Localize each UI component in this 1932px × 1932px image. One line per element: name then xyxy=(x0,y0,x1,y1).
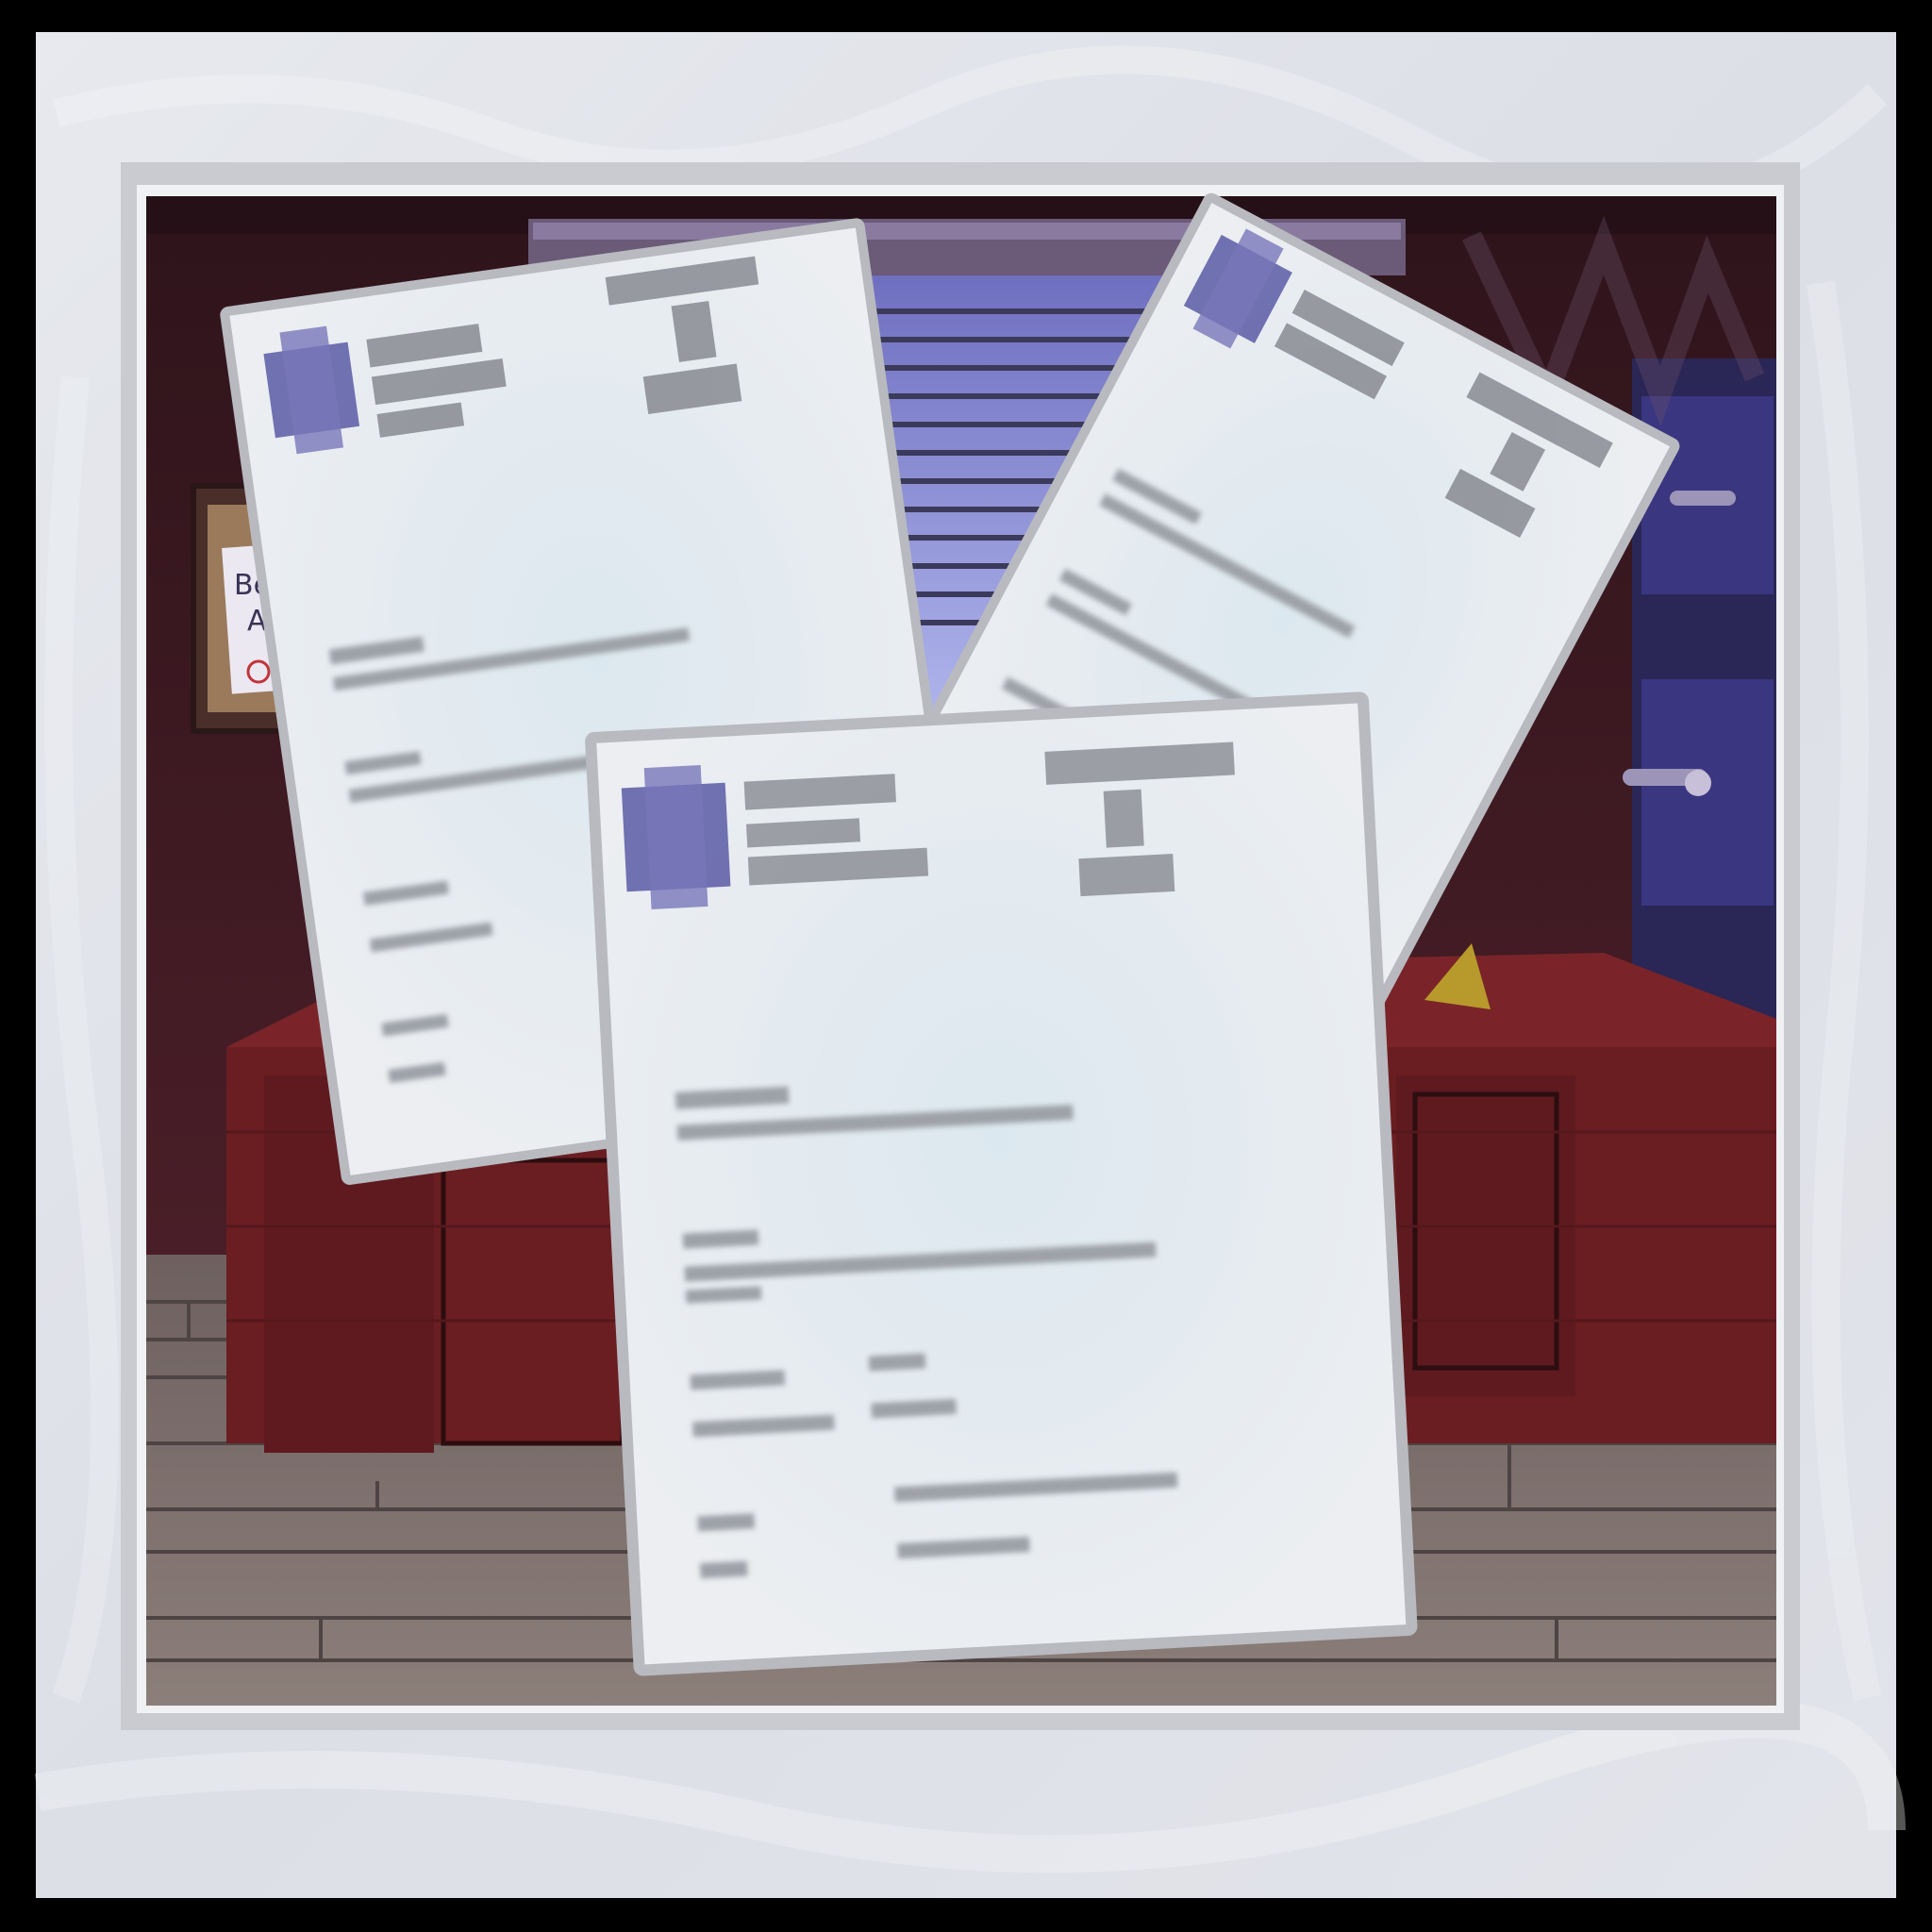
front-document[interactable] xyxy=(585,691,1418,1676)
evidence-scene: Be A xyxy=(0,0,1932,1932)
